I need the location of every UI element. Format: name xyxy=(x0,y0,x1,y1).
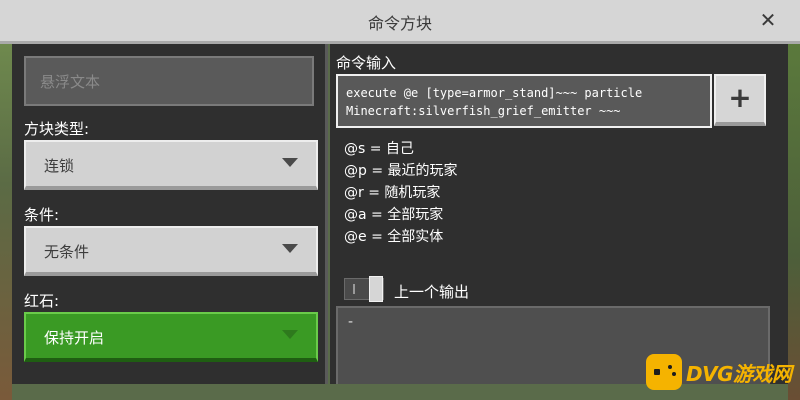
condition-label: 条件: xyxy=(24,206,60,224)
selector-help-all-entities: @e = 全部实体 xyxy=(344,229,444,245)
close-icon[interactable]: ✕ xyxy=(758,10,778,30)
condition-value: 无条件 xyxy=(44,243,90,261)
block-type-dropdown[interactable]: 连锁 xyxy=(24,140,318,190)
command-block-window: 命令方块 ✕ 悬浮文本 方块类型: 连锁 条件: 无条件 红石: 保持开启 命令… xyxy=(0,0,800,400)
condition-dropdown[interactable]: 无条件 xyxy=(24,226,318,276)
selector-help-all-players: @a = 全部玩家 xyxy=(344,207,444,223)
chevron-down-icon xyxy=(282,330,298,339)
previous-output-toggle[interactable] xyxy=(344,276,384,302)
redstone-value: 保持开启 xyxy=(44,329,105,347)
gamepad-icon xyxy=(646,354,682,390)
plus-icon: + xyxy=(728,81,752,114)
command-input[interactable]: execute @e [type=armor_stand]~~~ particl… xyxy=(336,74,712,128)
chevron-down-icon xyxy=(282,158,298,167)
chevron-down-icon xyxy=(282,244,298,253)
block-type-label: 方块类型: xyxy=(24,120,90,138)
window-title: 命令方块 xyxy=(367,14,432,33)
title-bar: 命令方块 ✕ xyxy=(0,0,800,44)
redstone-label: 红石: xyxy=(24,292,60,310)
add-button[interactable]: + xyxy=(714,74,766,126)
command-panel: 命令输入 execute @e [type=armor_stand]~~~ pa… xyxy=(330,44,788,384)
selector-help-random: @r = 随机玩家 xyxy=(344,185,441,201)
toggle-knob[interactable] xyxy=(369,276,383,302)
watermark-logo: DVG游戏网 xyxy=(646,352,794,392)
watermark-text: DVG游戏网 xyxy=(686,362,792,386)
selector-help-nearest: @p = 最近的玩家 xyxy=(344,163,458,179)
hover-text-input[interactable]: 悬浮文本 xyxy=(24,56,314,106)
settings-panel: 悬浮文本 方块类型: 连锁 条件: 无条件 红石: 保持开启 xyxy=(12,44,328,384)
previous-output-label: 上一个输出 xyxy=(394,283,470,301)
selector-help-self: @s = 自己 xyxy=(344,141,414,157)
toggle-track-mark xyxy=(353,284,355,294)
command-input-label: 命令输入 xyxy=(336,54,397,72)
redstone-dropdown[interactable]: 保持开启 xyxy=(24,312,318,362)
block-type-value: 连锁 xyxy=(44,157,75,175)
